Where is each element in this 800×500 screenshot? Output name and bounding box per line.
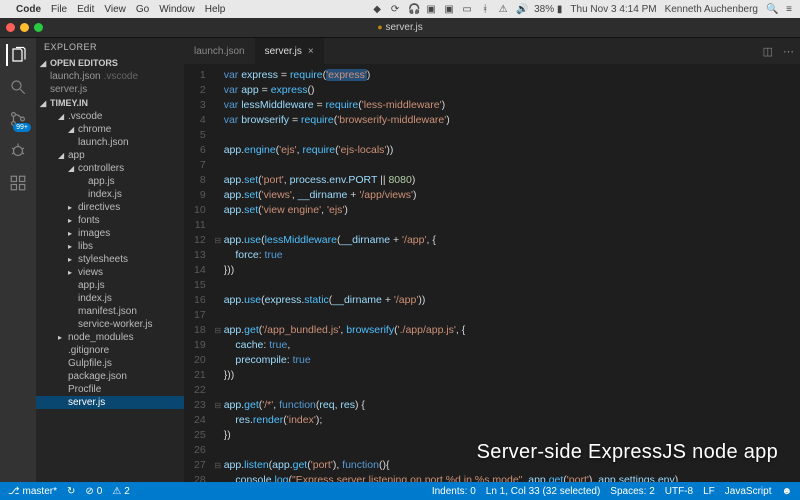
vscode-window: Code File Edit View Go Window Help ◆ ⟳ 🎧…	[0, 0, 800, 500]
scm-badge: 99+	[13, 123, 31, 132]
editor-tab[interactable]: launch.json	[184, 38, 255, 64]
open-editor-item[interactable]: server.js	[36, 83, 184, 96]
more-actions-icon[interactable]: ⋯	[783, 45, 794, 58]
headphones-icon[interactable]: 🎧	[408, 4, 418, 15]
tree-file[interactable]: server.js	[36, 396, 184, 409]
traffic-lights	[6, 23, 43, 32]
split-editor-icon[interactable]: ◫	[763, 45, 773, 58]
window-title: ● server.js	[377, 22, 422, 33]
project-label: TIMEY.IN	[50, 98, 88, 108]
open-editors-header[interactable]: ◢OPEN EDITORS	[36, 56, 184, 70]
open-editor-item[interactable]: launch.json .vscode	[36, 70, 184, 83]
tree-file[interactable]: package.json	[36, 370, 184, 383]
tree-file[interactable]: app.js	[36, 175, 184, 188]
explorer-sidebar: EXPLORER ◢OPEN EDITORS launch.json .vsco…	[36, 38, 184, 482]
code-editor[interactable]: 1234567891011121314151617181920212223242…	[184, 64, 800, 482]
menu-help[interactable]: Help	[205, 4, 226, 15]
tree-file[interactable]: manifest.json	[36, 305, 184, 318]
tree-file[interactable]: .gitignore	[36, 344, 184, 357]
spaces-status[interactable]: Spaces: 2	[610, 486, 654, 497]
caption-overlay: Server-side ExpressJS node app	[477, 441, 778, 464]
close-tab-icon[interactable]: ×	[308, 46, 314, 57]
git-branch[interactable]: ⎇ master*	[8, 486, 57, 497]
explorer-icon[interactable]	[6, 44, 28, 66]
close-window-button[interactable]	[6, 23, 15, 32]
menu-window[interactable]: Window	[159, 4, 195, 15]
tree-folder[interactable]: ◢chrome	[36, 123, 184, 136]
bluetooth-icon[interactable]: ᚼ	[480, 4, 490, 15]
editor-area: launch.jsonserver.js× ◫ ⋯ 12345678910111…	[184, 38, 800, 482]
user-name[interactable]: Kenneth Auchenberg	[665, 4, 758, 15]
macos-menubar: Code File Edit View Go Window Help ◆ ⟳ 🎧…	[0, 0, 800, 18]
editor-tab[interactable]: server.js×	[255, 38, 324, 64]
display-icon[interactable]: ▭	[462, 4, 472, 15]
tree-file[interactable]: index.js	[36, 292, 184, 305]
zoom-window-button[interactable]	[34, 23, 43, 32]
window-title-text: server.js	[385, 22, 422, 33]
warnings-label: 2	[124, 486, 130, 497]
tree-folder[interactable]: ▸images	[36, 227, 184, 240]
tree-folder[interactable]: ▸node_modules	[36, 331, 184, 344]
tray-icon[interactable]: ▣	[426, 4, 436, 15]
tree-file[interactable]: service-worker.js	[36, 318, 184, 331]
minimize-window-button[interactable]	[20, 23, 29, 32]
tree-folder[interactable]: ◢app	[36, 149, 184, 162]
extensions-icon[interactable]	[7, 172, 29, 194]
tree-folder[interactable]: ◢.vscode	[36, 110, 184, 123]
project-header[interactable]: ◢TIMEY.IN	[36, 96, 184, 110]
search-icon[interactable]	[7, 76, 29, 98]
encoding-status[interactable]: UTF-8	[665, 486, 693, 497]
sidebar-title: EXPLORER	[36, 38, 184, 56]
tree-file[interactable]: Procfile	[36, 383, 184, 396]
tree-folder[interactable]: ▸libs	[36, 240, 184, 253]
battery-percent: 38%	[534, 4, 554, 15]
tree-file[interactable]: Gulpfile.js	[36, 357, 184, 370]
wifi-icon[interactable]: ⚠︎	[498, 4, 508, 15]
language-mode[interactable]: JavaScript	[725, 486, 772, 497]
tree-folder[interactable]: ▸views	[36, 266, 184, 279]
errors-count[interactable]: ⊘ 0	[85, 486, 102, 497]
tree-file[interactable]: index.js	[36, 188, 184, 201]
feedback-icon[interactable]: ☻	[781, 486, 792, 497]
errors-label: 0	[97, 486, 103, 497]
menu-go[interactable]: Go	[136, 4, 149, 15]
cursor-position[interactable]: Ln 1, Col 33 (32 selected)	[486, 486, 601, 497]
titlebar: ● server.js	[0, 18, 800, 38]
cast-icon[interactable]: ▣	[444, 4, 454, 15]
menu-file[interactable]: File	[51, 4, 67, 15]
tab-bar: launch.jsonserver.js× ◫ ⋯	[184, 38, 800, 64]
dropbox-icon[interactable]: ◆	[372, 4, 382, 15]
status-bar: ⎇ master* ↻ ⊘ 0 ⚠ 2 Indents: 0 Ln 1, Col…	[0, 482, 800, 500]
notifications-icon[interactable]: ≡	[784, 4, 794, 15]
clock[interactable]: Thu Nov 3 4:14 PM	[570, 4, 656, 15]
sync-button[interactable]: ↻	[67, 486, 75, 497]
app-name[interactable]: Code	[16, 4, 41, 15]
branch-label: master*	[23, 486, 57, 497]
indents-status[interactable]: Indents: 0	[432, 486, 476, 497]
eol-status[interactable]: LF	[703, 486, 715, 497]
open-editors-label: OPEN EDITORS	[50, 58, 118, 68]
tree-file[interactable]: launch.json	[36, 136, 184, 149]
menu-view[interactable]: View	[104, 4, 126, 15]
sync-icon[interactable]: ⟳	[390, 4, 400, 15]
debug-icon[interactable]	[7, 140, 29, 162]
tree-folder[interactable]: ◢controllers	[36, 162, 184, 175]
warnings-count[interactable]: ⚠ 2	[112, 486, 130, 497]
tree-folder[interactable]: ▸stylesheets	[36, 253, 184, 266]
menu-edit[interactable]: Edit	[77, 4, 94, 15]
tree-file[interactable]: app.js	[36, 279, 184, 292]
tree-folder[interactable]: ▸fonts	[36, 214, 184, 227]
tree-folder[interactable]: ▸directives	[36, 201, 184, 214]
activity-bar: 99+	[0, 38, 36, 482]
spotlight-icon[interactable]: 🔍	[766, 4, 776, 15]
volume-icon[interactable]: 🔊	[516, 4, 526, 15]
source-control-icon[interactable]: 99+	[7, 108, 29, 130]
battery-status[interactable]: 38% ▮	[534, 4, 562, 15]
